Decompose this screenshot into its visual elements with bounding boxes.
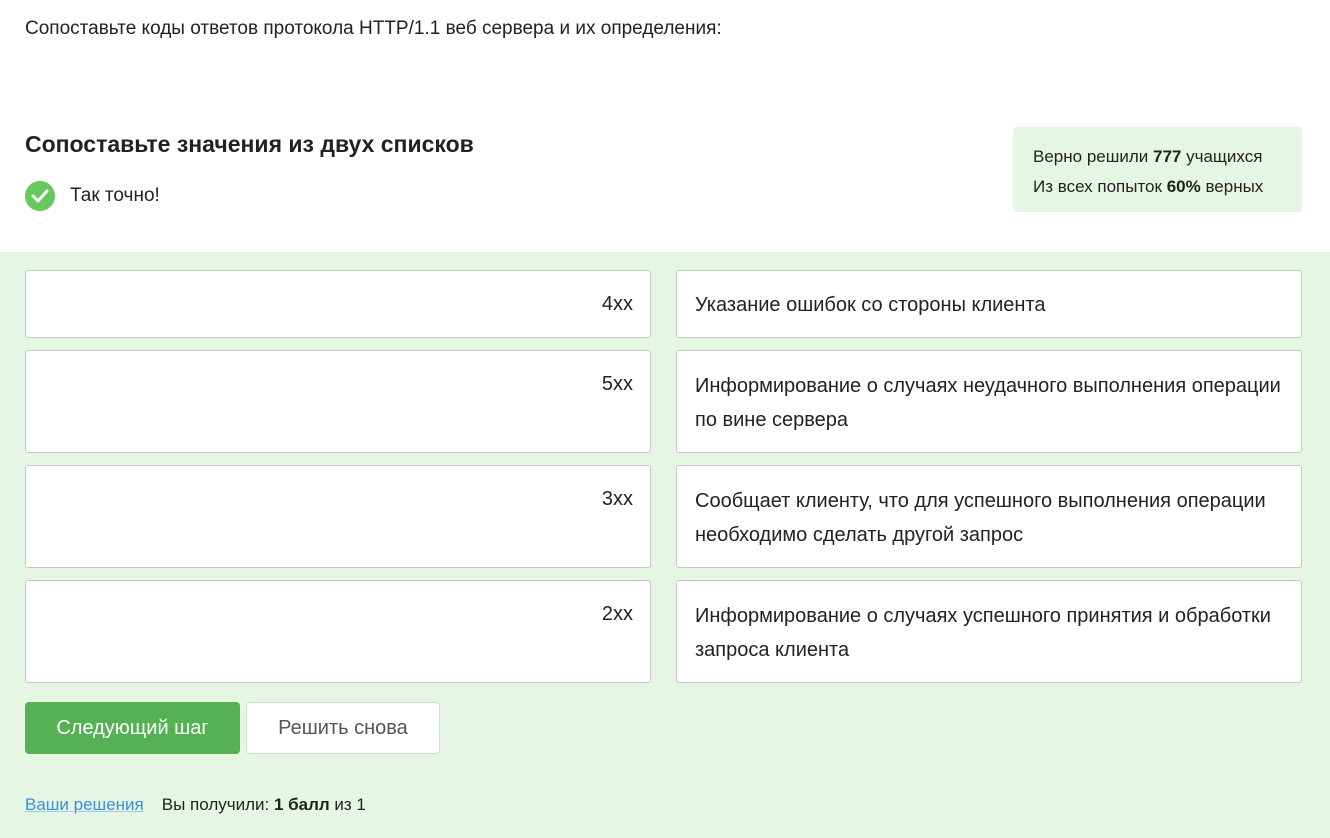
code-item[interactable]: 2xx (25, 580, 651, 683)
code-label: 3xx (601, 488, 633, 510)
score-suffix: из 1 (329, 795, 366, 814)
code-label: 4xx (601, 293, 633, 315)
definition-item[interactable]: Информирование о случаях неудачного выпо… (676, 350, 1302, 453)
feedback: Так точно! (25, 181, 160, 211)
definition-label: Информирование о случаях неудачного выпо… (695, 375, 1281, 431)
definition-label: Информирование о случаях успешного приня… (695, 605, 1271, 661)
stats-solved-prefix: Верно решили (1033, 147, 1153, 166)
code-label: 5xx (601, 373, 633, 395)
code-label: 2xx (601, 603, 633, 625)
retry-button[interactable]: Решить снова (246, 702, 440, 754)
score-value: 1 балл (273, 795, 330, 814)
stats-attempts-suffix: верных (1200, 177, 1264, 196)
definition-label: Указание ошибок со стороны клиента (695, 294, 1046, 316)
definition-item[interactable]: Указание ошибок со стороны клиента (676, 270, 1302, 338)
code-item[interactable]: 3xx (25, 465, 651, 568)
definition-item[interactable]: Информирование о случаях успешного приня… (676, 580, 1302, 683)
feedback-text: Так точно! (70, 185, 160, 206)
check-circle-icon (25, 181, 55, 211)
task-title: Сопоставьте значения из двух списков (25, 131, 474, 157)
code-item[interactable]: 5xx (25, 350, 651, 453)
stats-solved-suffix: учащихся (1181, 147, 1263, 166)
score-prefix: Вы получили: (161, 795, 274, 814)
your-solutions-link[interactable]: Ваши решения (25, 795, 144, 815)
code-item[interactable]: 4xx (25, 270, 651, 338)
stats-solved-count: 777 (1153, 147, 1182, 166)
definition-item[interactable]: Сообщает клиенту, что для успешного выпо… (676, 465, 1302, 568)
stats-attempts-percent: 60% (1166, 177, 1201, 196)
question-text: Сопоставьте коды ответов протокола HTTP/… (25, 18, 722, 39)
score-text: Вы получили: 1 балл из 1 (162, 795, 366, 815)
next-step-button[interactable]: Следующий шаг (25, 702, 240, 754)
stats-solved: Верно решили 777 учащихся (1033, 142, 1302, 172)
stats-box: Верно решили 777 учащихся Из всех попыто… (1013, 127, 1302, 212)
definition-label: Сообщает клиенту, что для успешного выпо… (695, 490, 1266, 546)
stats-attempts: Из всех попыток 60% верных (1033, 172, 1302, 202)
footer: Ваши решения Вы получили: 1 балл из 1 (25, 795, 366, 815)
stats-attempts-prefix: Из всех попыток (1033, 177, 1167, 196)
